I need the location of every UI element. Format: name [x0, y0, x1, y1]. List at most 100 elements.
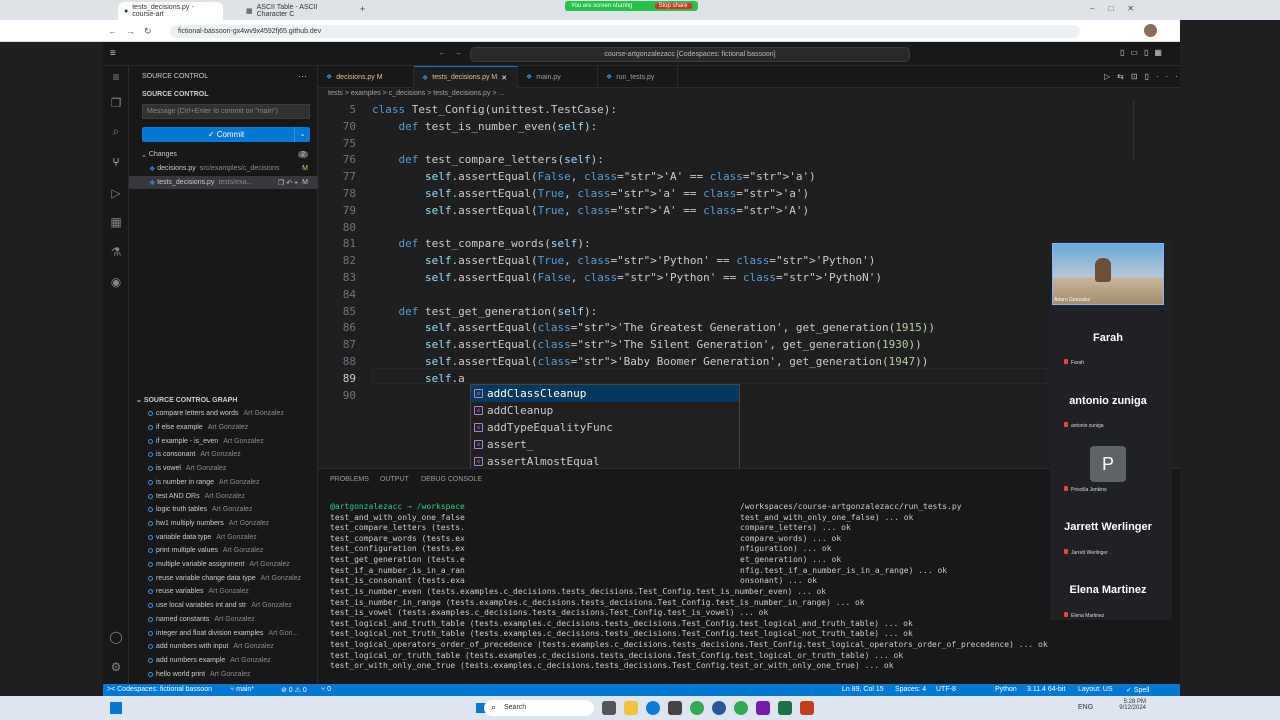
search-icon[interactable]: ⌕	[109, 124, 123, 138]
graph-commit[interactable]: reuse variables Art Gonzalez	[129, 585, 318, 599]
new-tab-icon[interactable]: +	[360, 4, 365, 14]
code-line[interactable]: def test_get_generation(self):	[372, 305, 598, 318]
cursor-position[interactable]: Ln 89, Col 15	[842, 686, 884, 693]
github-icon[interactable]: ◉	[109, 275, 123, 289]
encoding[interactable]: UTF-8	[936, 686, 956, 693]
menu-icon[interactable]: ≡	[110, 48, 116, 59]
explorer-icon[interactable]: ❐	[109, 96, 123, 110]
graph-commit[interactable]: logic truth tables Art Gonzalez	[129, 503, 318, 517]
code-line[interactable]: self.assertEqual(False, class="str">'A' …	[372, 170, 816, 183]
breadcrumb[interactable]: tests > examples > c_decisions > tests_d…	[328, 90, 504, 97]
hamburger-icon[interactable]: ≡	[109, 70, 123, 84]
chrome-icon[interactable]	[690, 701, 704, 715]
window-controls[interactable]: –□✕	[1090, 4, 1148, 13]
source-control-icon[interactable]: ⑂	[109, 155, 123, 169]
graph-commit[interactable]: add numbers example Art Gonzalez	[129, 654, 318, 668]
graph-commit[interactable]: hw1 multiply numbers Art Gonzalez	[129, 517, 318, 531]
graph-commit[interactable]: reuse variable change data type Art Gonza…	[129, 571, 318, 585]
nav-arrows-icon[interactable]: ←→↻	[108, 26, 161, 37]
commit-message-input[interactable]: Message (Ctrl+Enter to commit on "main")	[142, 104, 310, 119]
store-icon[interactable]	[668, 701, 682, 715]
run-debug-icon[interactable]: ▷	[109, 186, 123, 200]
ports-indicator[interactable]: ⑂ 0	[321, 686, 331, 693]
code-line[interactable]: def test_compare_letters(self):	[372, 153, 604, 166]
graph-commit[interactable]: hello world print Art Gonzalez	[129, 667, 318, 681]
account-icon[interactable]: ◯	[109, 630, 123, 644]
tab-run-tests[interactable]: ❖ run_tests.py	[598, 66, 678, 88]
excel-icon[interactable]	[778, 701, 792, 715]
onenote-icon[interactable]	[756, 701, 770, 715]
tab-main[interactable]: ❖ main.py	[518, 66, 598, 88]
graph-commit[interactable]: if else example Art Gonzalez	[129, 421, 318, 435]
graph-commit[interactable]: compare letters and words Art Gonzalez	[129, 407, 318, 421]
suggestion-item[interactable]: ◇ assertAlmostEqual	[471, 453, 739, 470]
code-line[interactable]: self.a	[372, 372, 465, 385]
changed-file[interactable]: ❖ decisions.py src/examples/c_decisions M	[129, 162, 318, 175]
code-line[interactable]: def test_compare_words(self):	[372, 237, 591, 250]
code-line[interactable]: self.assertEqual(class="str">'The Greate…	[372, 321, 935, 334]
section-header[interactable]: SOURCE CONTROL	[142, 91, 209, 98]
settings-gear-icon[interactable]: ⚙	[109, 660, 123, 674]
graph-commit[interactable]: use local variables int and str Art Gonza…	[129, 599, 318, 613]
profile-avatar[interactable]	[1144, 24, 1157, 37]
keyboard-layout[interactable]: Layout: US	[1078, 686, 1113, 693]
graph-commit[interactable]: is vowel Art Gonzalez	[129, 462, 318, 476]
stop-share-button[interactable]: Stop share	[654, 3, 692, 9]
command-center[interactable]: course-artgonzalezacc [Codespaces: ficti…	[470, 47, 910, 62]
spell-indicator[interactable]: ✓ Spell	[1126, 686, 1149, 694]
url-field[interactable]: fictional-bassoon-gx4wv9x4592fj65.github…	[170, 25, 1080, 38]
graph-header[interactable]: ⌄ SOURCE CONTROL GRAPH	[136, 396, 237, 404]
tab-output[interactable]: OUTPUT	[380, 476, 409, 483]
code-line[interactable]: self.assertEqual(False, class="str">'Pyt…	[372, 271, 882, 284]
code-line[interactable]: self.assertEqual(True, class="str">'Pyth…	[372, 254, 875, 267]
graph-commit[interactable]: named constants Art Gonzalez	[129, 613, 318, 627]
code-line[interactable]: def test_is_number_even(self):	[372, 120, 598, 133]
tab-problems[interactable]: PROBLEMS	[330, 476, 369, 483]
suggestion-item[interactable]: ◇ addClassCleanup	[471, 385, 739, 402]
suggestion-item[interactable]: ◇ assert_	[471, 436, 739, 453]
powerpoint-icon[interactable]	[800, 701, 814, 715]
problems-indicator[interactable]: ⊘ 0 ⚠ 0	[281, 686, 307, 694]
testing-icon[interactable]: ⚗	[109, 245, 123, 259]
windows-start-icon[interactable]	[110, 702, 122, 714]
code-line[interactable]: self.assertEqual(True, class="str">'A' =…	[372, 204, 809, 217]
graph-commit[interactable]: variable data type Art Gonzalez	[129, 530, 318, 544]
browser-tab-ascii[interactable]: ▦ ASCII Table - ASCII Character C	[240, 2, 350, 20]
extensions-icon[interactable]: ▦	[109, 215, 123, 229]
branch-indicator[interactable]: ⑂ main*	[230, 686, 254, 693]
app-icon[interactable]	[712, 701, 726, 715]
tab-decisions[interactable]: ❖ decisions.py M	[318, 66, 414, 88]
taskbar-search[interactable]: Search	[484, 700, 594, 716]
minimap[interactable]	[1133, 100, 1173, 160]
changed-file[interactable]: ❖ tests_decisions.py tests/exa... ❐ ↶ + M	[129, 176, 318, 189]
graph-commit[interactable]: print multiple values Art Gonzalez	[129, 544, 318, 558]
layout-toggle-icons[interactable]: ▯▭▯▦	[1120, 48, 1168, 57]
code-line[interactable]: class Test_Config(unittest.TestCase):	[372, 103, 617, 116]
graph-commit[interactable]: multiple variable assignment Art Gonzalez	[129, 558, 318, 572]
tab-debug-console[interactable]: DEBUG CONSOLE	[421, 476, 482, 483]
changes-header[interactable]: ⌄ Changes 2	[129, 148, 318, 161]
suggestion-item[interactable]: ◇ addCleanup	[471, 402, 739, 419]
graph-commit[interactable]: add numbers with input Art Gonzalez	[129, 640, 318, 654]
language-indicator[interactable]: ENG	[1078, 704, 1093, 711]
clock[interactable]: 5:28 PM 9/12/2024	[1118, 699, 1146, 711]
commit-button[interactable]: ✓ Commit	[142, 127, 310, 142]
tab-tests-decisions[interactable]: ❖ tests_decisions.py M ✕	[414, 66, 518, 88]
graph-commit[interactable]: test AND ORs Art Gonzalez	[129, 489, 318, 503]
history-arrows-icon[interactable]: ←→	[438, 48, 470, 57]
file-actions-icons[interactable]: ❐ ↶ +	[278, 179, 298, 187]
graph-commit[interactable]: integer and float division examples Art G…	[129, 626, 318, 640]
indentation[interactable]: Spaces: 4	[895, 686, 926, 693]
remote-indicator[interactable]: >< Codespaces: fictional bassoon	[107, 686, 212, 693]
language-mode[interactable]: Python	[995, 686, 1017, 693]
code-line[interactable]: self.assertEqual(True, class="str">'a' =…	[372, 187, 809, 200]
suggestion-item[interactable]: ◇ addTypeEqualityFunc	[471, 419, 739, 436]
commit-dropdown-chevron-icon[interactable]: ⌄	[294, 127, 310, 142]
graph-commit[interactable]: is consonant Art Gonzalez	[129, 448, 318, 462]
browser-tab-vscode[interactable]: ● tests_decisions.py - course-art	[118, 2, 223, 20]
chrome-icon[interactable]	[734, 701, 748, 715]
edge-icon[interactable]	[646, 701, 660, 715]
more-actions-icon[interactable]: ···	[298, 71, 307, 81]
python-interpreter[interactable]: 3.11.4 64-bit	[1027, 686, 1065, 693]
file-explorer-icon[interactable]	[624, 701, 638, 715]
